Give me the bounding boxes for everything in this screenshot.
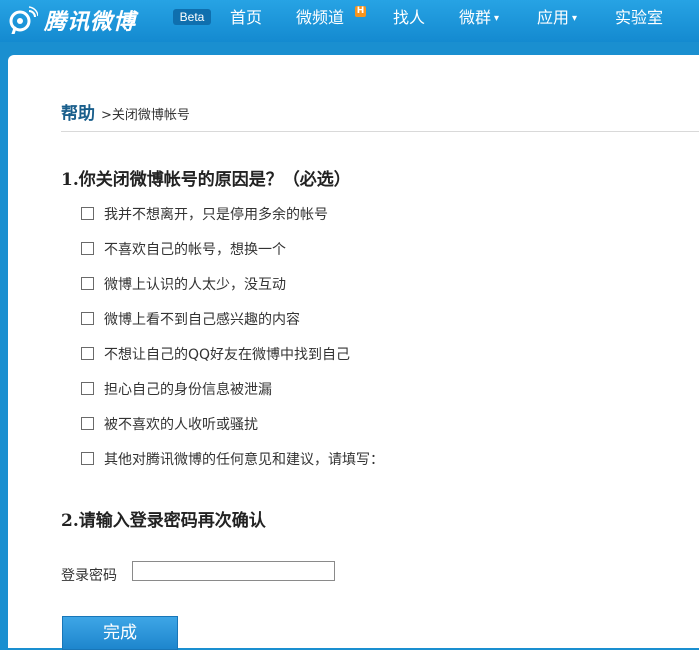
password-input[interactable] xyxy=(132,561,335,581)
done-button[interactable]: 完成 xyxy=(62,616,178,650)
breadcrumb-current: >关闭微博帐号 xyxy=(101,108,190,123)
reason-option-label: 微博上看不到自己感兴趣的内容 xyxy=(104,312,300,328)
reason-option-label: 我并不想离开，只是停用多余的帐号 xyxy=(104,207,328,223)
weibo-logo-icon[interactable] xyxy=(8,6,38,34)
breadcrumb: 帮助 >关闭微博帐号 xyxy=(61,99,190,124)
reason-option[interactable]: 不想让自己的QQ好友在微博中找到自己 xyxy=(81,344,350,364)
reason-option[interactable]: 我并不想离开，只是停用多余的帐号 xyxy=(81,204,328,224)
nav-find-people-label: 找人 xyxy=(393,8,426,27)
nav-home[interactable]: 首页 xyxy=(230,7,262,29)
reason-option[interactable]: 其他对腾讯微博的任何意见和建议，请填写： xyxy=(81,449,384,469)
nav-lab[interactable]: 实验室 xyxy=(615,7,663,29)
reason-option-label: 不想让自己的QQ好友在微博中找到自己 xyxy=(104,347,351,363)
nav-groups-label: 微群 xyxy=(459,8,492,27)
reason-checkbox[interactable] xyxy=(81,382,94,395)
reason-option[interactable]: 微博上认识的人太少，没互动 xyxy=(81,274,286,294)
brand-name[interactable]: 腾讯微博 xyxy=(44,4,136,36)
reason-checkbox[interactable] xyxy=(81,242,94,255)
nav-find-people[interactable]: 找人 xyxy=(393,7,425,29)
reason-option[interactable]: 担心自己的身份信息被泄漏 xyxy=(81,379,272,399)
reason-option[interactable]: 微博上看不到自己感兴趣的内容 xyxy=(81,309,300,329)
question-2-title: 2.请输入登录密码再次确认 xyxy=(61,511,266,531)
hot-badge: H xyxy=(355,6,366,17)
reason-checkbox[interactable] xyxy=(81,207,94,220)
reason-checkbox[interactable] xyxy=(81,277,94,290)
password-label: 登录密码 xyxy=(61,568,117,584)
reason-checkbox[interactable] xyxy=(81,452,94,465)
nav-home-label: 首页 xyxy=(230,8,263,27)
reason-checkbox[interactable] xyxy=(81,347,94,360)
reason-option-label: 微博上认识的人太少，没互动 xyxy=(104,277,286,293)
top-navigation-bar: 腾讯微博 Beta 首页 微频道 H 找人 微群 ▾ 应用 ▾ 实验室 xyxy=(0,0,699,42)
reason-option-label: 不喜欢自己的帐号，想换一个 xyxy=(104,242,286,258)
nav-channels-label: 微频道 xyxy=(296,8,345,27)
nav-apps-label: 应用 xyxy=(537,8,570,27)
divider xyxy=(61,131,699,132)
reason-option[interactable]: 被不喜欢的人收听或骚扰 xyxy=(81,414,258,434)
reason-option[interactable]: 不喜欢自己的帐号，想换一个 xyxy=(81,239,286,259)
reason-option-label: 其他对腾讯微博的任何意见和建议，请填写： xyxy=(104,452,384,468)
beta-badge: Beta xyxy=(173,9,211,25)
nav-channels[interactable]: 微频道 xyxy=(296,7,344,29)
main-panel: 帮助 >关闭微博帐号 1.你关闭微博帐号的原因是？（必选） 我并不想离开，只是停用… xyxy=(8,55,699,650)
reason-checkbox[interactable] xyxy=(81,417,94,430)
question-1-title: 1.你关闭微博帐号的原因是？（必选） xyxy=(61,170,351,190)
reason-checkbox[interactable] xyxy=(81,312,94,325)
nav-groups[interactable]: 微群 ▾ xyxy=(459,7,499,30)
breadcrumb-help-link[interactable]: 帮助 xyxy=(61,104,95,124)
reason-option-label: 被不喜欢的人收听或骚扰 xyxy=(104,417,258,433)
nav-apps[interactable]: 应用 ▾ xyxy=(537,7,577,30)
chevron-down-icon: ▾ xyxy=(572,13,578,24)
chevron-down-icon: ▾ xyxy=(494,13,500,24)
nav-lab-label: 实验室 xyxy=(615,8,664,27)
reason-option-label: 担心自己的身份信息被泄漏 xyxy=(104,382,272,398)
